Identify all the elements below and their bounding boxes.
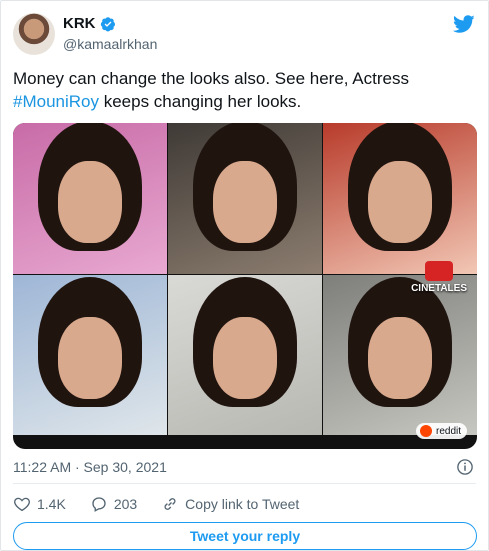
copy-link-label: Copy link to Tweet: [185, 496, 300, 512]
photo-face: [58, 160, 122, 243]
photo-face: [368, 317, 432, 400]
tweet-text-part-2: keeps changing her looks.: [99, 92, 302, 111]
photo-tile-6: [323, 275, 477, 435]
reply-count: 203: [113, 496, 138, 512]
divider: [13, 483, 476, 484]
watermark-text: CINETALES: [411, 283, 467, 294]
display-name-row[interactable]: KRK: [63, 15, 116, 33]
cinetales-watermark: CINETALES: [411, 261, 467, 294]
reddit-icon: [419, 425, 432, 437]
twitter-logo-icon[interactable]: [452, 13, 476, 35]
reddit-badge: reddit: [415, 423, 467, 439]
link-icon: [164, 498, 176, 510]
hashtag-link[interactable]: #MouniRoy: [13, 92, 99, 111]
avatar[interactable]: [13, 13, 55, 55]
tweet-timestamp[interactable]: 11:22 AM · Sep 30, 2021: [13, 459, 167, 475]
tweet-text: Money can change the looks also. See her…: [13, 67, 473, 113]
user-handle[interactable]: @kamaalrkhan: [63, 35, 157, 53]
tweet-card: KRK @kamaalrkhan Money can change the lo…: [0, 0, 489, 551]
display-name[interactable]: KRK: [63, 15, 96, 33]
tweet-reply-button[interactable]: Tweet your reply: [13, 522, 477, 550]
cinetales-logo: [425, 261, 454, 281]
like-action[interactable]: 1.4K: [13, 495, 66, 513]
heart-icon: [14, 497, 30, 512]
like-count: 1.4K: [37, 496, 66, 512]
reddit-label: reddit: [435, 425, 461, 437]
tweet-header: KRK @kamaalrkhan: [13, 11, 476, 59]
reply-action[interactable]: 203: [90, 495, 137, 513]
photo-tile-3: [323, 123, 477, 274]
photo-face: [58, 317, 122, 400]
photo-tile-5: [168, 275, 322, 435]
media-image[interactable]: CINETALES reddit: [13, 123, 477, 449]
author-block: KRK @kamaalrkhan: [63, 15, 157, 53]
photo-face: [368, 160, 432, 243]
tweet-text-part-1: Money can change the looks also. See her…: [13, 69, 409, 88]
photo-tile-2: [168, 123, 322, 274]
copy-link-action[interactable]: Copy link to Tweet: [161, 495, 299, 513]
reply-icon: [92, 497, 106, 512]
photo-face: [213, 317, 277, 400]
verified-badge-icon: [100, 17, 115, 32]
tweet-actions: 1.4K 203 Copy link to Tweet: [13, 494, 323, 514]
info-icon[interactable]: [456, 458, 474, 476]
photo-tile-4: [13, 275, 167, 435]
photo-face: [213, 160, 277, 243]
photo-tile-1: [13, 123, 167, 274]
